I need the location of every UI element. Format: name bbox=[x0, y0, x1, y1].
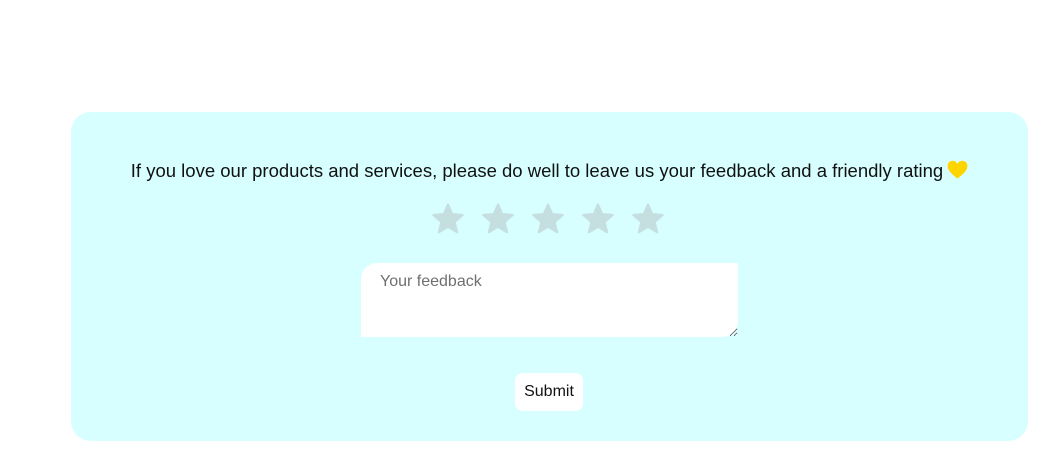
submit-button[interactable]: Submit bbox=[515, 373, 583, 411]
star-icon-5[interactable] bbox=[631, 202, 665, 236]
star-icon-3[interactable] bbox=[531, 202, 565, 236]
feedback-textarea[interactable] bbox=[361, 263, 738, 337]
feedback-message: If you love our products and services, p… bbox=[71, 160, 1028, 182]
star-icon-2[interactable] bbox=[481, 202, 515, 236]
feedback-message-text: If you love our products and services, p… bbox=[130, 160, 944, 181]
star-icon-1[interactable] bbox=[431, 202, 465, 236]
star-icon-4[interactable] bbox=[581, 202, 615, 236]
star-rating bbox=[431, 202, 671, 238]
heart-icon bbox=[947, 160, 968, 179]
feedback-card: If you love our products and services, p… bbox=[71, 112, 1028, 441]
